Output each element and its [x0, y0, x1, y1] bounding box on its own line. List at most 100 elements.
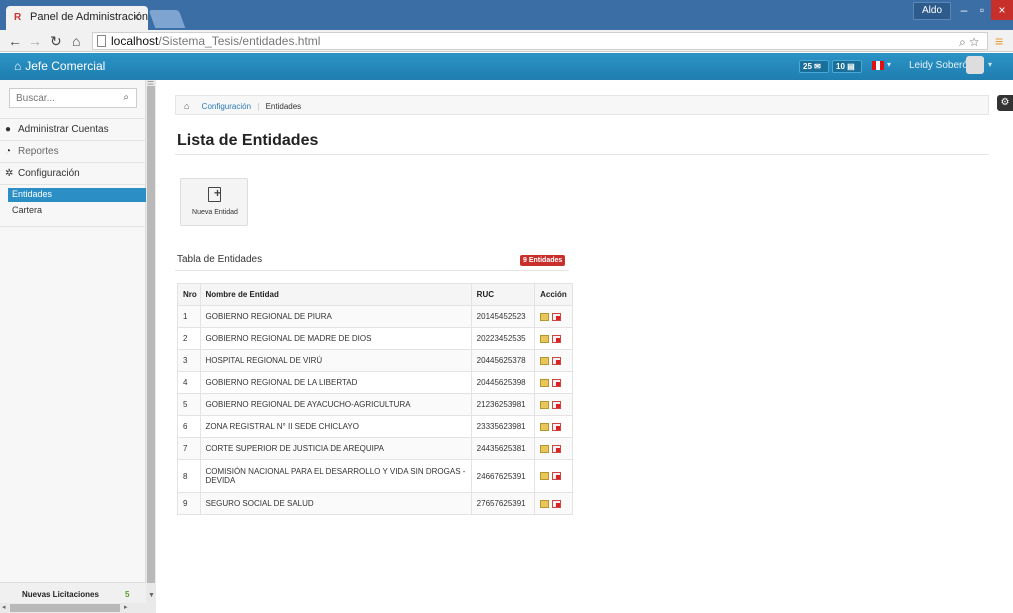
column-header: RUC [470, 283, 536, 306]
cell-ruc: 20223452535 [470, 327, 536, 350]
edit-icon[interactable] [540, 378, 550, 387]
zoom-star-icons[interactable]: ⌕ ☆ [959, 34, 979, 50]
entity-count-badge: 9 Entidades [520, 255, 566, 266]
delete-icon[interactable] [552, 356, 562, 365]
scroll-thumb[interactable] [147, 86, 155, 583]
sidebar-item-label: Administrar Cuentas [18, 124, 109, 135]
chevron-down-icon[interactable]: ▾ [988, 60, 992, 69]
sidebar-item-cuentas[interactable]: ● Administrar Cuentas [0, 118, 146, 140]
sidebar-search: ⌕ [9, 88, 137, 108]
forward-icon[interactable]: → [28, 32, 42, 50]
cell-name: HOSPITAL REGIONAL DE VIRÚ [199, 349, 472, 372]
delete-icon[interactable] [552, 444, 562, 453]
cell-name: GOBIERNO REGIONAL DE PIURA [199, 305, 472, 328]
cell-nro: 8 [177, 459, 201, 493]
edit-icon[interactable] [540, 356, 550, 365]
cell-name: COMISIÓN NACIONAL PARA EL DESARROLLO Y V… [199, 459, 472, 493]
table-row: 3 HOSPITAL REGIONAL DE VIRÚ 20445625378 [177, 349, 573, 372]
delete-icon[interactable] [552, 400, 562, 409]
column-header: Nombre de Entidad [199, 283, 472, 306]
sidebar-scrollbar[interactable]: ☰ ▼ [146, 80, 156, 610]
reload-icon[interactable]: ↻ [50, 32, 62, 50]
edit-icon[interactable] [540, 400, 550, 409]
breadcrumb-current: Entidades [265, 102, 302, 111]
browser-user-button[interactable]: Aldo [913, 2, 951, 20]
cell-ruc: 21236253981 [470, 393, 536, 416]
table-row: 6 ZONA REGISTRAL N° II SEDE CHICLAYO 233… [177, 415, 573, 438]
edit-icon[interactable] [540, 334, 550, 343]
new-entity-button[interactable]: Nueva Entidad [180, 178, 248, 226]
scroll-right-icon[interactable]: ▸ [124, 603, 128, 611]
cell-nro: 6 [177, 415, 201, 438]
url-host: localhost [111, 34, 159, 48]
edit-icon[interactable] [540, 444, 550, 453]
browser-menu-icon[interactable]: ≡ [995, 33, 1003, 49]
search-icon[interactable]: ⌕ [123, 92, 129, 103]
cell-ruc: 23335623981 [470, 415, 536, 438]
delete-icon[interactable] [552, 499, 562, 508]
sidebar-item-configuracion[interactable]: ✲ Configuración [0, 162, 146, 184]
breadcrumb-link[interactable]: Configuración [202, 102, 251, 111]
cell-name: CORTE SUPERIOR DE JUSTICIA DE AREQUIPA [199, 437, 472, 460]
table-row: 2 GOBIERNO REGIONAL DE MADRE DE DIOS 202… [177, 327, 573, 350]
table-row: 1 GOBIERNO REGIONAL DE PIURA 20145452523 [177, 305, 573, 328]
new-tab-button[interactable] [148, 10, 186, 28]
app-header: ⌂ Jefe Comercial 25 ✉ 10 ▤ ▾ Leidy Soberó… [0, 53, 1013, 80]
brand[interactable]: ⌂ Jefe Comercial [14, 59, 105, 73]
table-row: 9 SEGURO SOCIAL DE SALUD 27657625391 [177, 492, 573, 515]
sidebar-footer[interactable]: Nuevas Licitaciones 5 [0, 582, 146, 605]
brand-label: Jefe Comercial [25, 59, 106, 73]
new-entity-label: Nueva Entidad [192, 209, 238, 216]
peru-flag-icon[interactable] [872, 61, 884, 70]
edit-icon[interactable] [540, 422, 550, 431]
divider [0, 226, 146, 227]
tab-title: Panel de Administración [30, 11, 149, 23]
search-input[interactable] [10, 89, 110, 107]
gear-icon: ✲ [5, 168, 14, 179]
divider [175, 270, 569, 271]
cell-actions [534, 492, 573, 515]
scroll-left-icon[interactable]: ◂ [2, 603, 6, 611]
table-header-row: Nro Nombre de Entidad RUC Acción [177, 283, 573, 306]
cell-name: GOBIERNO REGIONAL DE AYACUCHO-AGRICULTUR… [199, 393, 472, 416]
close-window-icon[interactable]: × [991, 0, 1013, 20]
url-path: /Sistema_Tesis/entidades.html [158, 34, 321, 48]
cell-nro: 2 [177, 327, 201, 350]
edit-icon[interactable] [540, 312, 550, 321]
delete-icon[interactable] [552, 472, 562, 481]
scroll-down-icon[interactable]: ▼ [148, 592, 155, 599]
home-icon[interactable]: ⌂ [184, 101, 189, 111]
sidebar-subitem-cartera[interactable]: Cartera [8, 204, 146, 218]
sidebar-item-reportes[interactable]: ◔ Reportes [0, 140, 146, 162]
cell-actions [534, 327, 573, 350]
favicon-icon: R [14, 12, 22, 23]
cell-name: GOBIERNO REGIONAL DE LA LIBERTAD [199, 371, 472, 394]
settings-icon[interactable]: ⚙ [997, 95, 1013, 111]
minimize-icon[interactable]: ‒ [955, 0, 973, 20]
scroll-thumb[interactable] [10, 604, 120, 612]
notification-badge-button[interactable]: 10 ▤ [832, 60, 862, 73]
edit-icon[interactable] [540, 472, 550, 481]
avatar[interactable] [966, 56, 984, 74]
delete-icon[interactable] [552, 378, 562, 387]
horizontal-scrollbar[interactable]: ◂ ▸ [0, 603, 156, 613]
maximize-icon[interactable]: ▫ [973, 0, 991, 20]
delete-icon[interactable] [552, 312, 562, 321]
page-icon [97, 35, 106, 47]
tab-close-icon[interactable]: × [133, 10, 140, 24]
url-input[interactable]: localhost/Sistema_Tesis/entidades.html ⌕… [92, 32, 988, 50]
divider [0, 184, 146, 185]
entities-table: Nro Nombre de Entidad RUC Acción 1 GOBIE… [177, 283, 573, 515]
delete-icon[interactable] [552, 334, 562, 343]
chevron-down-icon[interactable]: ▾ [887, 60, 891, 69]
sidebar: ⌕ ● Administrar Cuentas ◔ Reportes ✲ Config… [0, 80, 146, 613]
back-icon[interactable]: ← [8, 32, 22, 50]
sidebar-subitem-entidades[interactable]: Entidades [8, 188, 146, 202]
edit-icon[interactable] [540, 499, 550, 508]
user-name[interactable]: Leidy Soberón [909, 60, 974, 71]
footer-count: 5 [125, 590, 130, 599]
mail-badge-button[interactable]: 25 ✉ [799, 60, 829, 73]
home-icon[interactable]: ⌂ [72, 32, 80, 50]
delete-icon[interactable] [552, 422, 562, 431]
browser-tab[interactable]: R Panel de Administración × [6, 6, 148, 30]
